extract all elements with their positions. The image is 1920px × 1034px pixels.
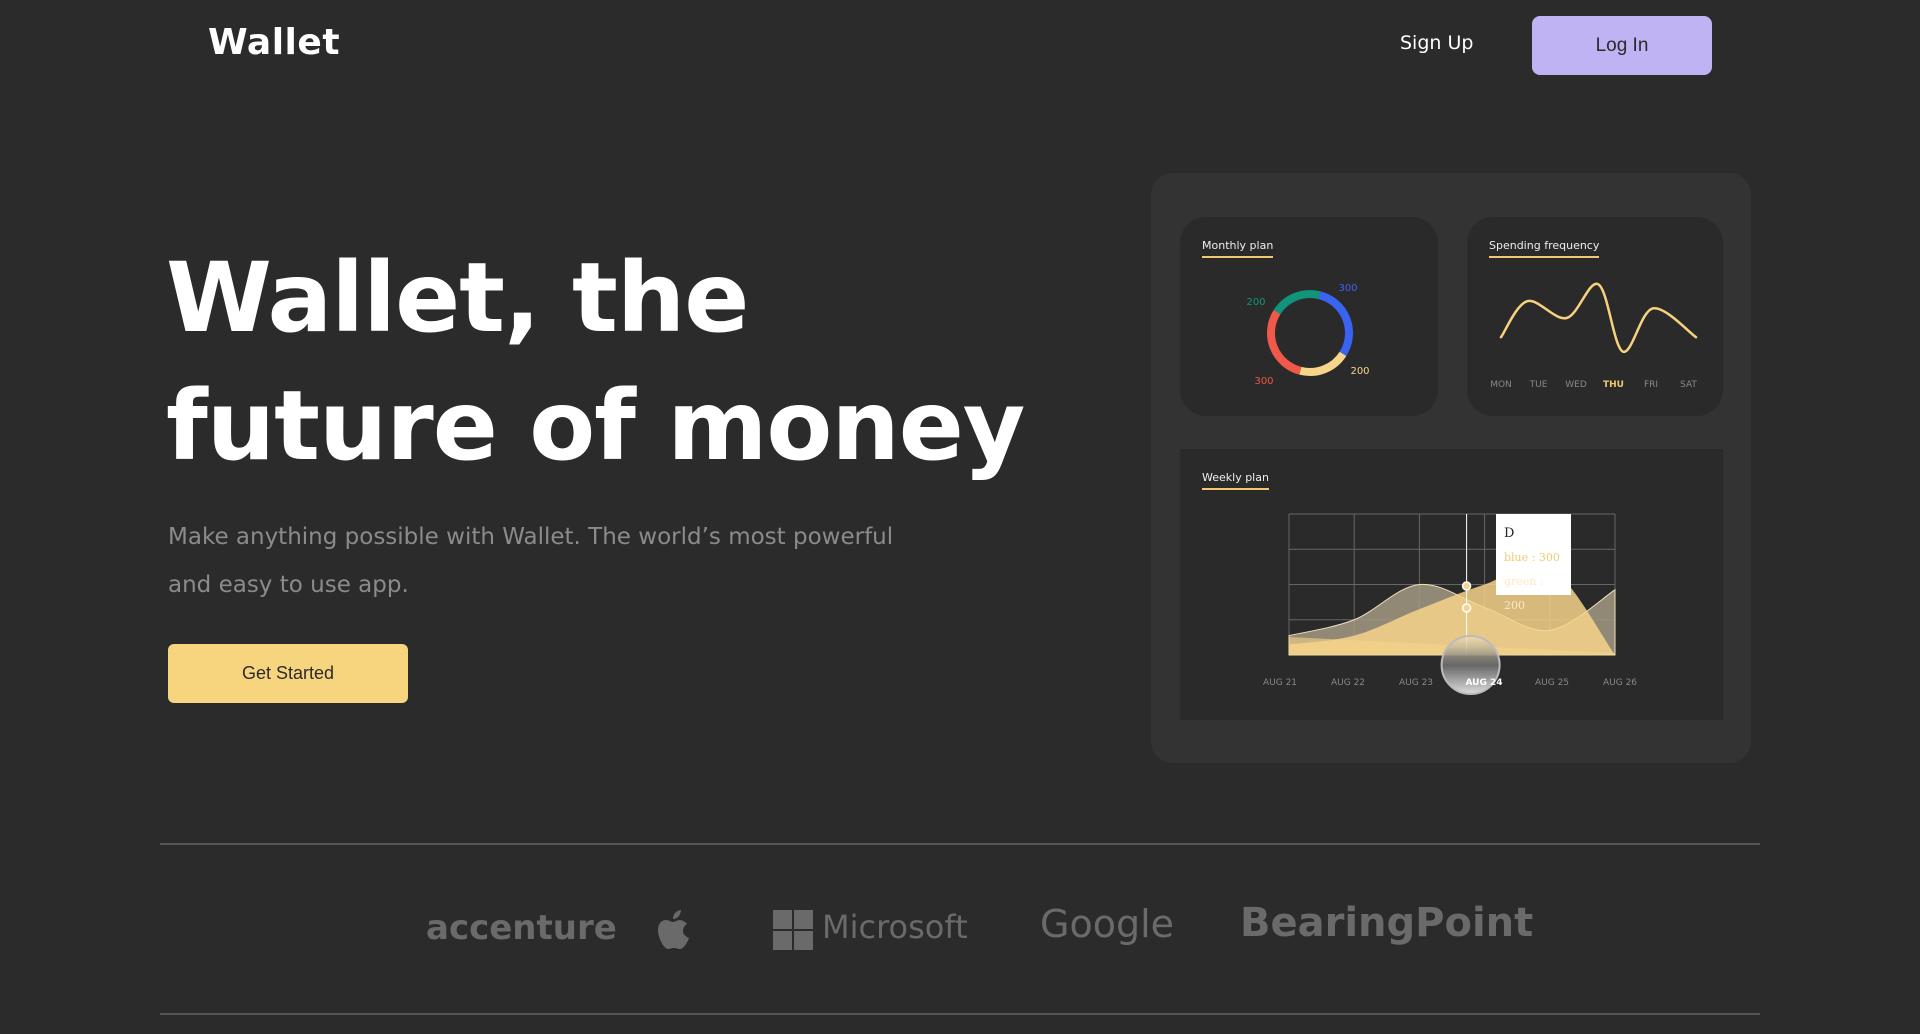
day-label-mon: MON bbox=[1490, 380, 1512, 390]
apple-logo-icon bbox=[658, 910, 689, 949]
date-label: AUG 21 bbox=[1263, 678, 1297, 688]
donut-slice bbox=[1318, 291, 1353, 356]
tooltip-green: green : 200 bbox=[1504, 575, 1544, 612]
day-label-fri: FRI bbox=[1644, 380, 1658, 390]
day-label-sat: SAT bbox=[1680, 380, 1697, 390]
donut-slice bbox=[1273, 290, 1321, 315]
tooltip-title: D bbox=[1504, 526, 1515, 541]
donut-label: 200 bbox=[1246, 297, 1265, 308]
hero-subtitle-line-1: Make anything possible with Wallet. The … bbox=[168, 524, 894, 550]
spending-line bbox=[1499, 282, 1698, 353]
log-in-button[interactable]: Log In bbox=[1532, 16, 1712, 75]
hero-subtitle-line-2: and easy to use app. bbox=[168, 572, 409, 598]
chart-tooltip: D blue : 300 green : 200 bbox=[1496, 514, 1571, 612]
date-label: AUG 22 bbox=[1331, 678, 1365, 688]
get-started-button[interactable]: Get Started bbox=[168, 644, 408, 703]
hero-title-line-2: future of money bbox=[166, 370, 1025, 482]
divider bbox=[160, 843, 1760, 845]
partner-microsoft: Microsoft bbox=[822, 908, 968, 946]
day-label-thu: THU bbox=[1603, 380, 1624, 390]
monthly-plan-card: Monthly plan 300 200 300 200 bbox=[1180, 217, 1438, 416]
dashboard-preview: Monthly plan 300 200 300 200 Spending frequ… bbox=[1151, 173, 1751, 763]
weekly-plan-card: Weekly plan AUG 21 AUG 22 AUG 23 AUG 24 AUG … bbox=[1180, 449, 1723, 720]
logo[interactable]: Wallet bbox=[208, 22, 340, 63]
donut-label: 300 bbox=[1338, 283, 1357, 294]
hero-title-line-1: Wallet, the bbox=[166, 242, 749, 354]
monthly-donut-chart: 300 200 300 200 bbox=[1246, 283, 1369, 387]
date-label: AUG 24 bbox=[1465, 678, 1502, 688]
cursor-dot bbox=[1461, 603, 1472, 613]
date-label: AUG 26 bbox=[1603, 678, 1637, 688]
donut-label: 300 bbox=[1254, 376, 1273, 387]
divider bbox=[160, 1013, 1760, 1015]
partner-bearingpoint: BearingPoint bbox=[1240, 900, 1534, 946]
spending-line-chart: MON TUE WED THU FRI SAT bbox=[1490, 282, 1698, 390]
day-label-tue: TUE bbox=[1529, 380, 1548, 390]
cursor-dot bbox=[1461, 581, 1472, 591]
partner-google: Google bbox=[1040, 902, 1175, 946]
date-label: AUG 25 bbox=[1535, 678, 1569, 688]
partner-accenture: accenture bbox=[426, 908, 617, 948]
donut-label: 200 bbox=[1350, 366, 1369, 377]
donut-slice bbox=[1299, 351, 1347, 376]
day-label-wed: WED bbox=[1565, 380, 1587, 390]
tooltip-blue: blue : 300 bbox=[1504, 551, 1560, 564]
date-label: AUG 23 bbox=[1399, 678, 1433, 688]
microsoft-logo-icon bbox=[773, 910, 813, 950]
sign-up-link[interactable]: Sign Up bbox=[1400, 32, 1473, 54]
weekly-area-chart: AUG 21 AUG 22 AUG 23 AUG 24 AUG 25 AUG 26 bbox=[1263, 513, 1637, 695]
spending-frequency-card: Spending frequency MON TUE WED THU FRI SAT bbox=[1467, 217, 1723, 416]
donut-slice bbox=[1267, 310, 1302, 375]
